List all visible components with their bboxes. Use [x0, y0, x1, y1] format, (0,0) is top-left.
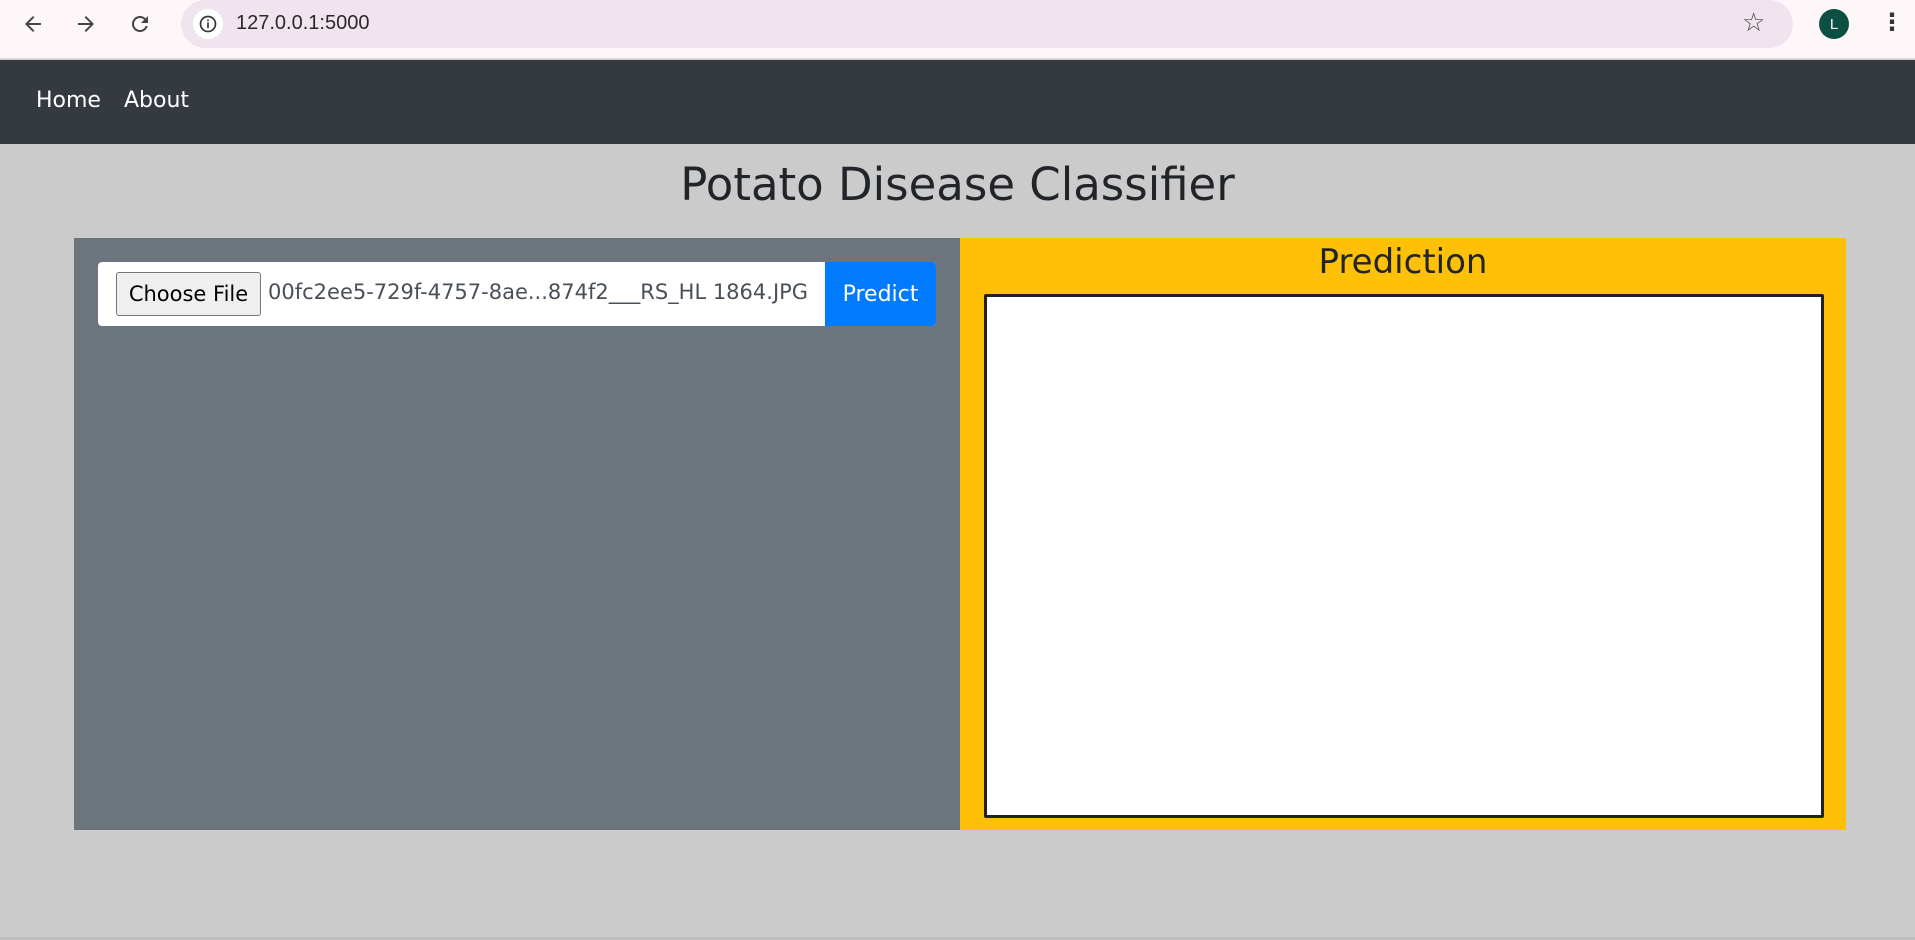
choose-file-button[interactable]: Choose File: [116, 272, 261, 316]
browser-toolbar: 127.0.0.1:5000 ☆ L ⋮: [0, 0, 1915, 59]
site-info-button[interactable]: [193, 9, 223, 39]
reload-button[interactable]: [124, 8, 156, 40]
forward-button[interactable]: [70, 8, 102, 40]
nav-link-home[interactable]: Home: [36, 88, 101, 113]
url-text[interactable]: 127.0.0.1:5000: [236, 12, 369, 35]
back-button[interactable]: [17, 8, 49, 40]
reload-icon: [131, 15, 148, 32]
arrow-right-icon: [78, 16, 94, 32]
prediction-panel: Prediction: [960, 238, 1846, 830]
kebab-menu-icon[interactable]: ⋮: [1880, 8, 1904, 36]
selected-file-name: 00fc2ee5-729f-4757-8ae...874f2___RS_HL 1…: [268, 280, 809, 304]
top-navbar: Home About: [0, 60, 1915, 144]
arrow-left-icon: [25, 16, 41, 32]
avatar[interactable]: L: [1819, 9, 1849, 39]
address-bar[interactable]: 127.0.0.1:5000: [181, 0, 1793, 48]
upload-panel: Choose File 00fc2ee5-729f-4757-8ae...874…: [74, 238, 960, 830]
star-icon[interactable]: ☆: [1742, 8, 1765, 38]
page-title: Potato Disease Classifier: [680, 158, 1235, 211]
prediction-result-box: [984, 294, 1824, 818]
nav-link-about[interactable]: About: [124, 88, 189, 113]
predict-button[interactable]: Predict: [825, 262, 936, 326]
upload-form: Choose File 00fc2ee5-729f-4757-8ae...874…: [98, 262, 936, 326]
info-icon: [199, 15, 217, 33]
prediction-title: Prediction: [1318, 242, 1488, 282]
